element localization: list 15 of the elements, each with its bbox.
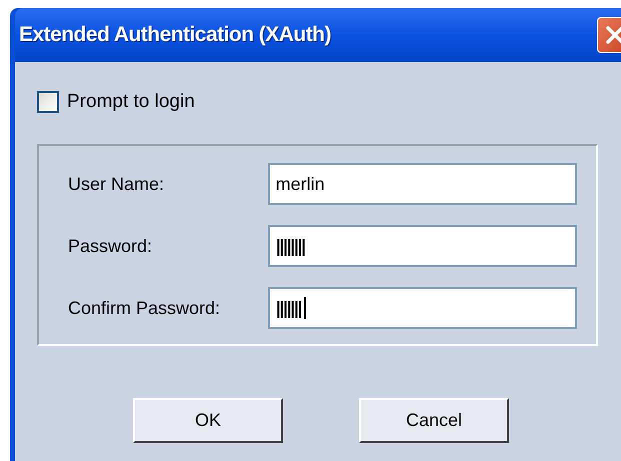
field-value: |||||||| — [276, 234, 305, 258]
field-value: merlin — [276, 172, 325, 196]
input-field[interactable]: merlin — [268, 163, 577, 205]
field-label: Confirm Password: — [68, 296, 222, 320]
field-value: ||||||| — [276, 296, 302, 320]
input-field[interactable]: ||||||| — [268, 287, 577, 329]
input-field[interactable]: |||||||| — [268, 225, 577, 267]
field-label: Password: — [68, 234, 154, 258]
close-icon — [605, 25, 621, 45]
dialog-button[interactable]: OK — [133, 398, 283, 443]
checkbox-label: Prompt to login — [67, 90, 195, 114]
window-title: Extended Authentication (XAuth) — [19, 22, 331, 48]
field-label: User Name: — [68, 172, 166, 196]
checkbox[interactable] — [37, 91, 59, 113]
dialog-button[interactable]: Cancel — [359, 398, 509, 443]
